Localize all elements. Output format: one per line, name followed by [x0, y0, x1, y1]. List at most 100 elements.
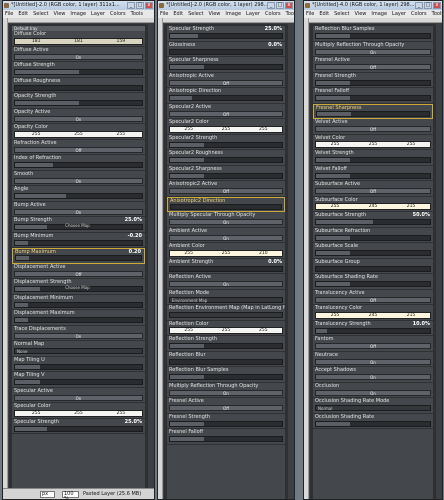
menu-view[interactable]: View: [355, 10, 367, 18]
menu-image[interactable]: Image: [225, 10, 241, 18]
menu-file[interactable]: File: [5, 10, 13, 18]
property-slider[interactable]: [315, 219, 431, 225]
menu-select[interactable]: Select: [188, 10, 203, 18]
dropdown-select[interactable]: None: [14, 348, 143, 354]
color-field[interactable]: 255 255 255: [169, 125, 283, 133]
toggle-button[interactable]: Off: [14, 270, 143, 277]
menu-edit[interactable]: Edit: [319, 10, 329, 18]
toggle-button[interactable]: Off: [169, 405, 283, 411]
dropdown-select[interactable]: Environment Map: [169, 296, 283, 303]
menu-view[interactable]: View: [209, 10, 221, 18]
property-slider[interactable]: [169, 436, 283, 442]
property-slider[interactable]: [169, 141, 283, 148]
toggle-button[interactable]: On: [14, 115, 143, 122]
choose-map-label[interactable]: Choose Map: [65, 223, 89, 228]
toggle-button[interactable]: Off: [169, 110, 283, 117]
property-slider[interactable]: [14, 100, 143, 106]
color-field[interactable]: 255 255 255: [14, 409, 143, 417]
property-slider[interactable]: [169, 358, 283, 365]
property-slider[interactable]: [169, 48, 283, 55]
maximize-button[interactable]: □: [136, 2, 144, 9]
property-slider[interactable]: [169, 374, 283, 380]
property-slider[interactable]: [14, 239, 143, 246]
vertical-ruler[interactable]: [304, 18, 309, 499]
property-slider[interactable]: [315, 79, 431, 86]
toggle-button[interactable]: On: [14, 177, 143, 184]
property-slider[interactable]: [169, 95, 283, 101]
toggle-button[interactable]: On: [14, 332, 143, 339]
toggle-button[interactable]: On: [169, 234, 283, 241]
color-field[interactable]: 255 255 255: [14, 130, 143, 138]
property-slider[interactable]: [14, 363, 143, 370]
property-slider[interactable]: [315, 265, 431, 272]
toggle-button[interactable]: Off: [315, 188, 431, 194]
toggle-button[interactable]: On: [169, 219, 283, 225]
property-slider[interactable]: [169, 64, 283, 70]
property-slider[interactable]: [315, 250, 431, 256]
property-slider[interactable]: [14, 69, 143, 75]
property-slider[interactable]: [170, 203, 282, 210]
menu-image[interactable]: Image: [70, 10, 86, 18]
toggle-button[interactable]: On: [14, 53, 143, 60]
property-slider[interactable]: [315, 172, 431, 179]
menu-colors[interactable]: Colors: [411, 10, 427, 18]
menu-layer[interactable]: Layer: [392, 10, 406, 18]
toggle-button[interactable]: On: [169, 281, 283, 287]
toggle-button[interactable]: On: [315, 374, 431, 380]
menu-layer[interactable]: Layer: [246, 10, 260, 18]
menu-file[interactable]: File: [160, 10, 168, 18]
property-slider[interactable]: [315, 327, 431, 334]
menu-tools[interactable]: Tools: [286, 10, 294, 18]
image-canvas[interactable]: Default Iray Diffuse Color 181 181 159 Diffus…: [9, 24, 148, 499]
toggle-button[interactable]: On: [315, 358, 431, 365]
close-button[interactable]: x: [433, 2, 441, 9]
property-slider[interactable]: [315, 281, 431, 287]
property-slider[interactable]: [169, 265, 283, 272]
dropdown-select[interactable]: Normal: [315, 405, 431, 411]
property-slider[interactable]: [315, 157, 431, 163]
minimize-button[interactable]: _: [127, 2, 135, 9]
menu-select[interactable]: Select: [334, 10, 349, 18]
property-slider[interactable]: [315, 33, 431, 39]
property-slider[interactable]: [169, 172, 283, 179]
color-field[interactable]: 255 245 215: [315, 203, 431, 210]
toggle-button[interactable]: On: [315, 48, 431, 55]
property-slider[interactable]: [14, 317, 143, 323]
minimize-button[interactable]: _: [267, 2, 275, 9]
toggle-button[interactable]: Off: [315, 296, 431, 303]
toggle-button[interactable]: Off: [14, 146, 143, 153]
property-slider[interactable]: [315, 420, 431, 427]
color-field[interactable]: 255 255 255: [169, 327, 283, 334]
menu-edit[interactable]: Edit: [18, 10, 28, 18]
menu-colors[interactable]: Colors: [265, 10, 281, 18]
menu-view[interactable]: View: [54, 10, 66, 18]
color-field[interactable]: 255 255 210: [169, 249, 283, 257]
property-slider[interactable]: [14, 193, 143, 199]
property-slider[interactable]: [169, 157, 283, 163]
maximize-button[interactable]: □: [276, 2, 284, 9]
property-slider[interactable]: [315, 234, 431, 241]
minimize-button[interactable]: _: [415, 2, 423, 9]
image-canvas[interactable]: Specular Strength 25.0% Glossiness 0.0% Spec…: [164, 24, 288, 499]
toggle-button[interactable]: Off: [315, 343, 431, 349]
horizontal-ruler[interactable]: [158, 18, 294, 23]
choose-map-label[interactable]: Choose Map: [65, 285, 89, 290]
color-field[interactable]: 255 255 255: [315, 141, 431, 148]
image-canvas[interactable]: Reflection Blur Samples Multiply Reflecti…: [310, 24, 436, 499]
close-button[interactable]: x: [285, 2, 293, 9]
menu-edit[interactable]: Edit: [173, 10, 183, 18]
property-slider[interactable]: [315, 95, 431, 101]
vertical-ruler[interactable]: [158, 18, 163, 499]
close-button[interactable]: x: [145, 2, 153, 9]
unit-select[interactable]: px: [40, 491, 55, 498]
toggle-button[interactable]: On: [14, 208, 143, 215]
dropdown-select[interactable]: [169, 312, 283, 318]
property-slider[interactable]: [15, 255, 142, 261]
maximize-button[interactable]: □: [424, 2, 432, 9]
toggle-button[interactable]: On: [14, 394, 143, 401]
zoom-select[interactable]: 100 %: [62, 491, 79, 499]
toggle-button[interactable]: Off: [315, 64, 431, 70]
color-field[interactable]: 255 245 215: [315, 311, 431, 319]
horizontal-ruler[interactable]: [304, 18, 442, 23]
property-slider[interactable]: [14, 162, 143, 168]
